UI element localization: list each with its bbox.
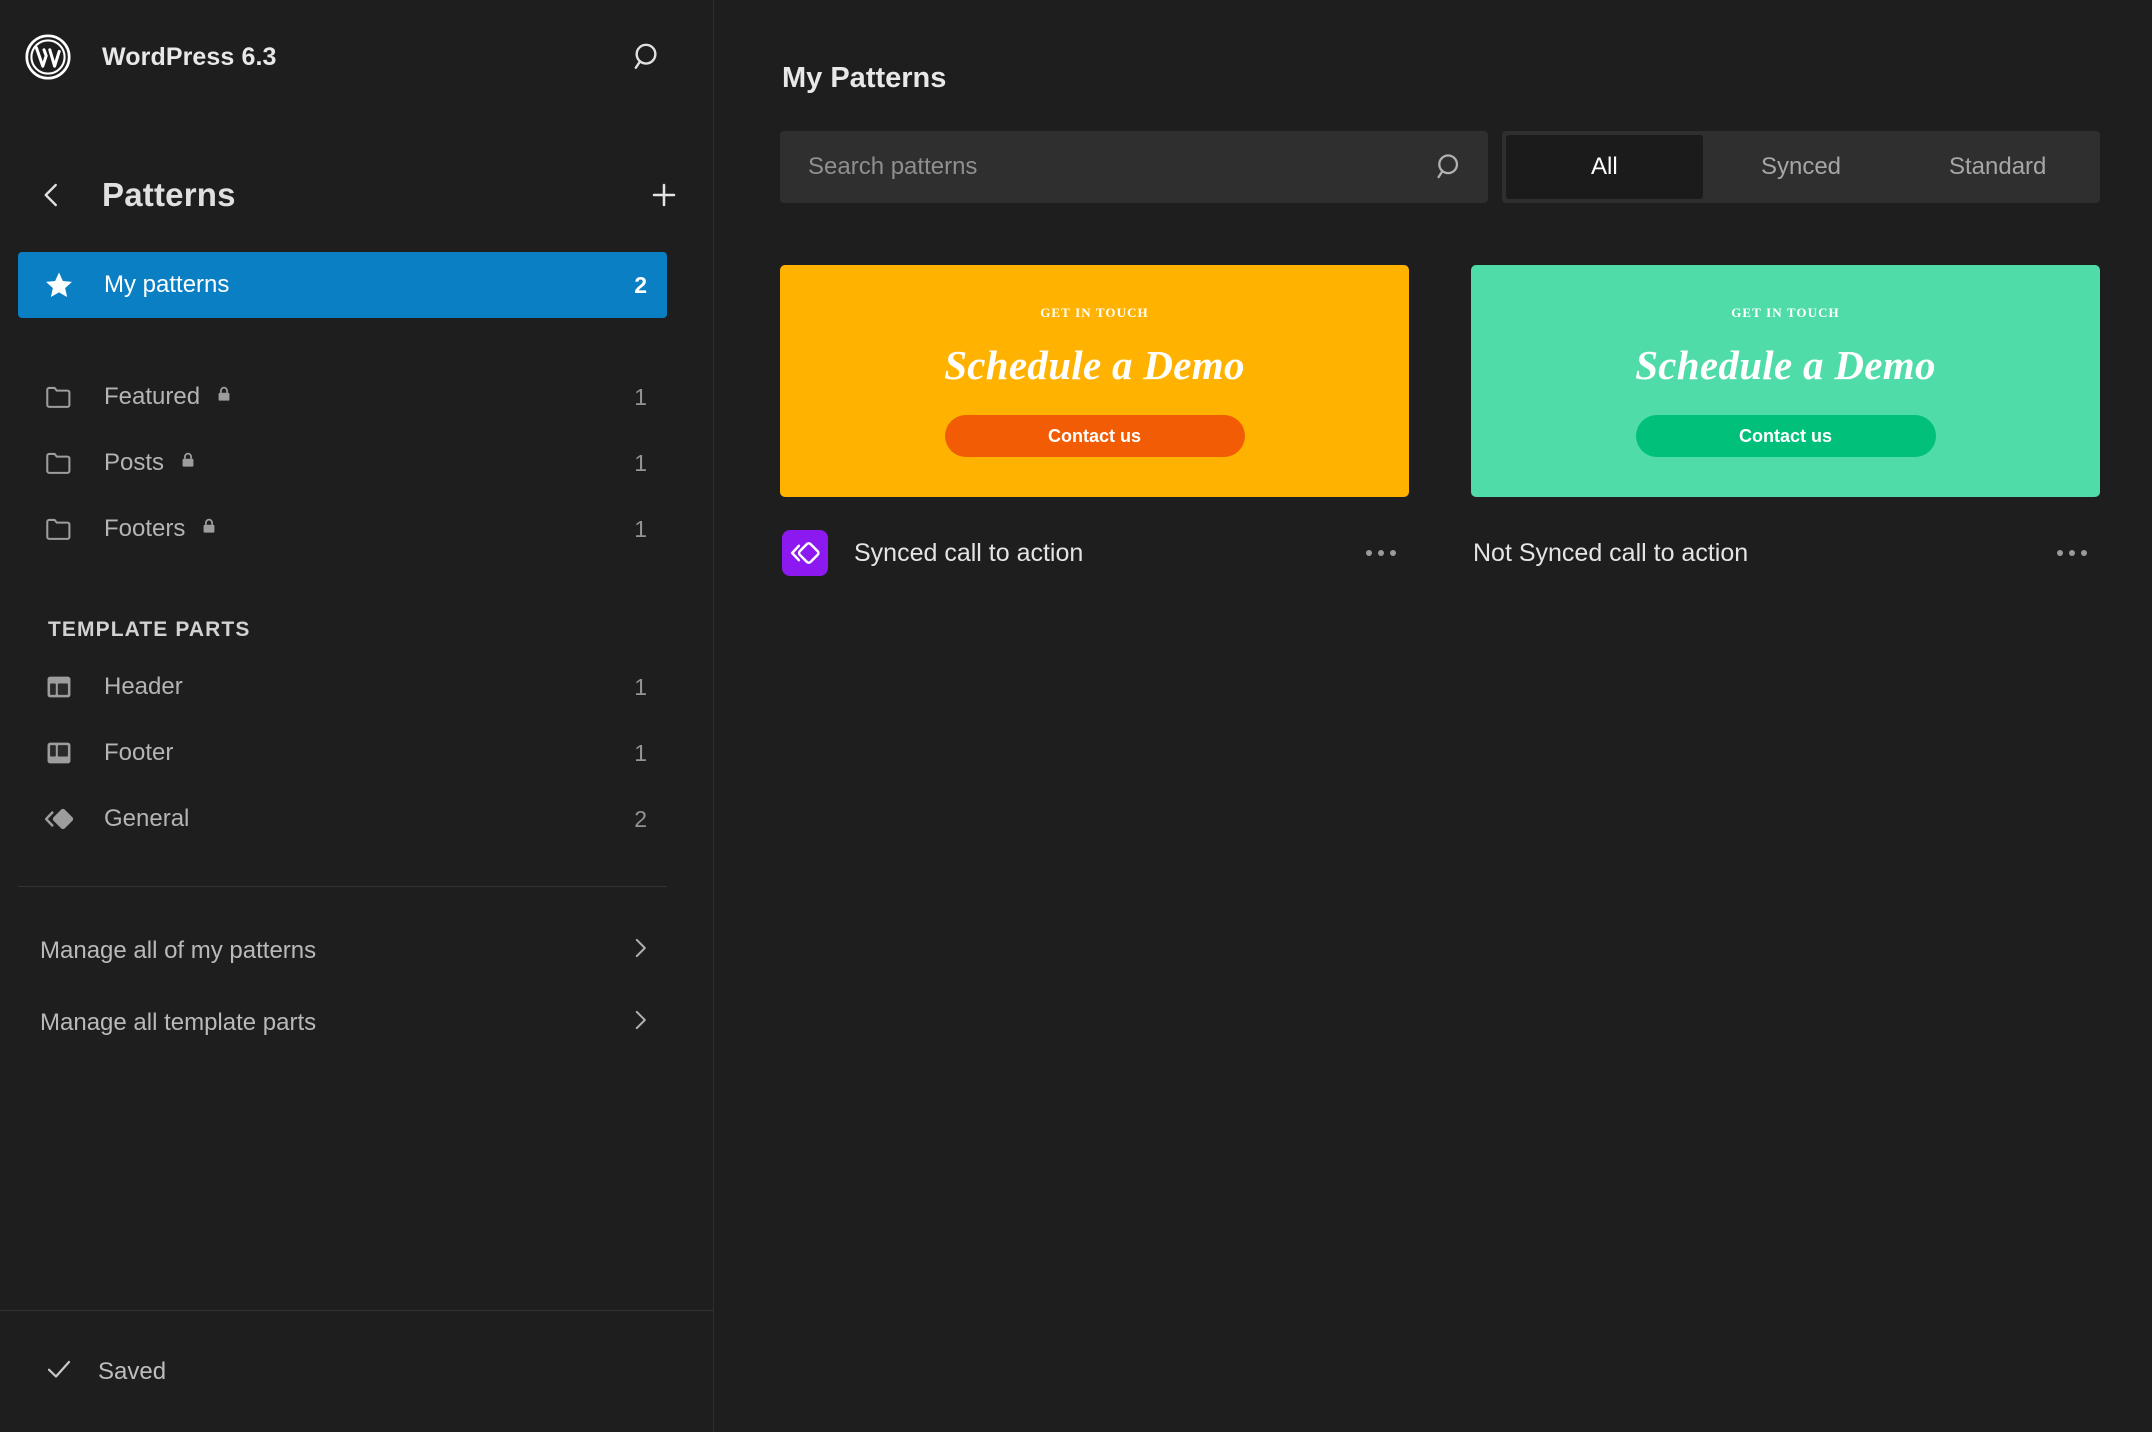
- sidebar-item-count: 2: [634, 271, 647, 298]
- preview-headline: Schedule a Demo: [944, 342, 1245, 388]
- check-icon: [44, 1354, 74, 1389]
- preview-cta-button[interactable]: Contact us: [944, 415, 1245, 457]
- template-parts-heading: TEMPLATE PARTS: [48, 618, 251, 641]
- preview-eyebrow: GET IN TOUCH: [1040, 305, 1149, 320]
- save-status-bar[interactable]: Saved: [0, 1310, 713, 1432]
- pattern-card-footer: Synced call to action: [780, 521, 1409, 585]
- page-title: Patterns: [102, 176, 236, 213]
- site-editor-root: WordPress 6.3 Patterns My patterns 2 Fea…: [0, 0, 2152, 1432]
- folder-icon: [40, 378, 78, 416]
- synced-pattern-icon: [782, 530, 828, 576]
- preview-cta-button[interactable]: Contact us: [1635, 415, 1936, 457]
- sidebar-item-my-patterns[interactable]: My patterns 2: [18, 252, 667, 318]
- sidebar-item-footer[interactable]: Footer 1: [18, 720, 667, 786]
- wordpress-logo-icon[interactable]: [24, 33, 72, 81]
- site-title: WordPress 6.3: [102, 42, 277, 71]
- pattern-card-footer: Not Synced call to action: [1471, 521, 2100, 585]
- dot: [2069, 550, 2075, 556]
- dot: [2081, 550, 2087, 556]
- sidebar-item-label: Featured: [104, 383, 201, 410]
- search-icon[interactable]: [623, 32, 673, 82]
- sidebar-item-label: Footers: [104, 515, 186, 542]
- folder-icon: [40, 510, 78, 548]
- chevron-left-icon[interactable]: [30, 173, 74, 217]
- search-input[interactable]: [780, 131, 1488, 203]
- sidebar-item-posts[interactable]: Posts 1: [18, 430, 667, 496]
- preview-eyebrow: GET IN TOUCH: [1731, 305, 1840, 320]
- preview-headline: Schedule a Demo: [1635, 342, 1936, 388]
- sidebar-item-label: My patterns: [104, 271, 230, 298]
- sidebar-item-count: 1: [634, 673, 647, 700]
- ellipsis-icon[interactable]: [2044, 525, 2100, 581]
- sidebar-item-footers[interactable]: Footers 1: [18, 496, 667, 562]
- pattern-card: GET IN TOUCH Schedule a Demo Contact us …: [1471, 265, 2100, 585]
- folder-icon: [40, 444, 78, 482]
- plus-icon[interactable]: [641, 172, 687, 218]
- sidebar-nav: My patterns 2 Featured 1 Posts 1 Footers…: [0, 238, 713, 1310]
- patterns-toolbar: All Synced Standard: [780, 131, 2100, 203]
- manage-link-label: Manage all template parts: [40, 1009, 317, 1036]
- pattern-title: Not Synced call to action: [1473, 538, 1749, 567]
- sidebar-item-featured[interactable]: Featured 1: [18, 364, 667, 430]
- pattern-title: Synced call to action: [854, 538, 1084, 567]
- sidebar-item-count: 2: [634, 805, 647, 832]
- sync-filter-group: All Synced Standard: [1502, 131, 2100, 203]
- dot: [2057, 550, 2063, 556]
- dot: [1390, 550, 1396, 556]
- manage-all-my-patterns-link[interactable]: Manage all of my patterns: [18, 915, 667, 987]
- sidebar-item-count: 1: [634, 383, 647, 410]
- star-icon: [40, 266, 78, 304]
- lock-icon: [178, 449, 198, 477]
- lock-icon: [199, 515, 219, 543]
- search-patterns-field[interactable]: [780, 131, 1488, 203]
- pattern-preview[interactable]: GET IN TOUCH Schedule a Demo Contact us: [1471, 265, 2100, 497]
- lock-icon: [214, 383, 234, 411]
- pattern-preview[interactable]: GET IN TOUCH Schedule a Demo Contact us: [780, 265, 1409, 497]
- dot: [1366, 550, 1372, 556]
- manage-all-template-parts-link[interactable]: Manage all template parts: [18, 987, 667, 1059]
- main-page-title: My Patterns: [782, 62, 947, 94]
- layout-header-icon: [40, 668, 78, 706]
- sidebar-item-label: General: [104, 805, 190, 832]
- sidebar-item-header[interactable]: Header 1: [18, 654, 667, 720]
- filter-tab-standard[interactable]: Standard: [1899, 135, 2096, 199]
- patterns-header: Patterns: [0, 152, 713, 238]
- manage-link-label: Manage all of my patterns: [40, 937, 317, 964]
- sidebar-item-label: Posts: [104, 449, 165, 476]
- sidebar-item-count: 1: [634, 449, 647, 476]
- main-content: My Patterns All Synced Standard: [714, 0, 2152, 1432]
- sidebar-item-label: Header: [104, 673, 183, 700]
- sidebar-item-count: 1: [634, 739, 647, 766]
- dot: [1378, 550, 1384, 556]
- pattern-card: GET IN TOUCH Schedule a Demo Contact us …: [780, 265, 1409, 585]
- chevron-right-icon: [627, 1007, 653, 1040]
- ellipsis-icon[interactable]: [1353, 525, 1409, 581]
- save-status-label: Saved: [98, 1357, 167, 1385]
- sidebar: WordPress 6.3 Patterns My patterns 2 Fea…: [0, 0, 714, 1432]
- site-header: WordPress 6.3: [0, 0, 713, 114]
- sidebar-item-count: 1: [634, 515, 647, 542]
- filter-tab-all[interactable]: All: [1506, 135, 1703, 199]
- search-icon[interactable]: [1434, 151, 1466, 183]
- patterns-grid: GET IN TOUCH Schedule a Demo Contact us …: [780, 265, 2100, 585]
- layout-general-icon: [40, 800, 78, 838]
- sidebar-item-general[interactable]: General 2: [18, 786, 667, 852]
- sidebar-item-label: Footer: [104, 739, 174, 766]
- layout-footer-icon: [40, 734, 78, 772]
- chevron-right-icon: [627, 935, 653, 968]
- filter-tab-synced[interactable]: Synced: [1703, 135, 1900, 199]
